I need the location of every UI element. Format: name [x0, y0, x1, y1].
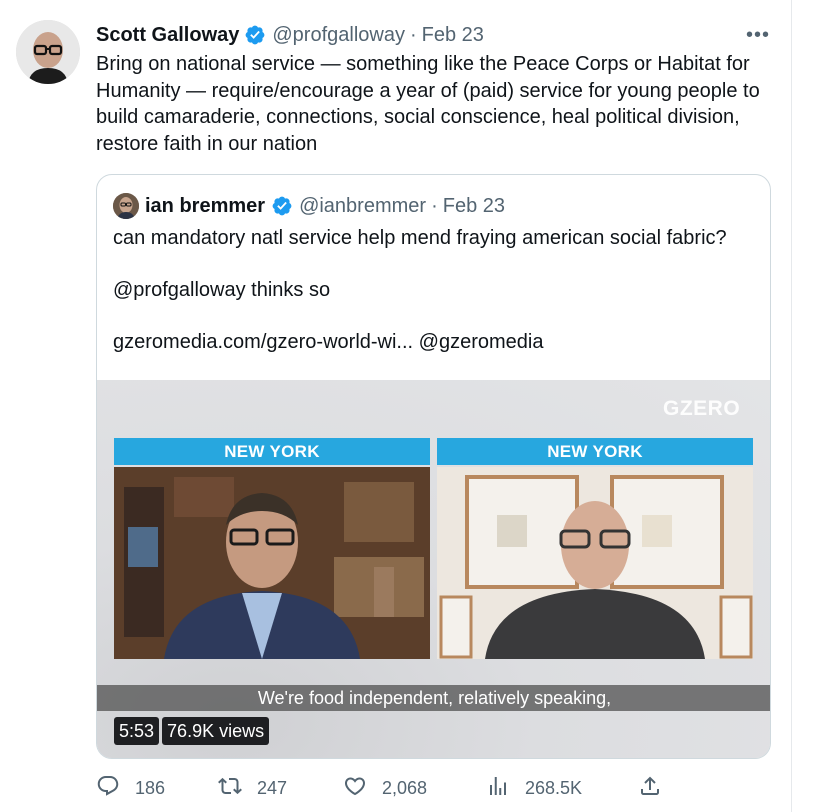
reply-icon — [96, 774, 135, 803]
share-button[interactable] — [638, 774, 677, 802]
separator-dot: · — [431, 194, 438, 217]
video-views: 76.9K views — [162, 717, 270, 745]
left-video-panel: NEW YORK — [114, 438, 430, 659]
quote-mention-line[interactable]: @profgalloway thinks so — [113, 277, 763, 303]
quote-date[interactable]: Feb 23 — [443, 195, 505, 218]
gzero-watermark: GZERO — [663, 397, 741, 420]
speaker-image-right — [437, 467, 753, 659]
share-icon — [638, 774, 677, 803]
quote-line: can mandatory natl service help mend fra… — [113, 227, 727, 249]
quote-text: can mandatory natl service help mend fra… — [113, 225, 763, 381]
verified-badge-icon — [271, 195, 293, 217]
more-icon[interactable]: ••• — [745, 24, 771, 46]
right-video-panel: NEW YORK — [437, 438, 753, 659]
retweet-button[interactable]: 247 — [218, 774, 287, 802]
verified-badge-icon — [244, 24, 266, 46]
quote-tweet-card[interactable]: ian bremmer @ianbremmer · Feb 23 can man… — [96, 174, 771, 759]
views-count: 268.5K — [525, 777, 583, 798]
video-meta: 5:53 76.9K views — [114, 717, 270, 745]
separator-dot: · — [409, 23, 417, 46]
like-icon — [343, 774, 382, 803]
quote-link-line[interactable]: gzeromedia.com/gzero-world-wi... @gzerom… — [113, 329, 763, 355]
tweet-text: Bring on national service — something li… — [96, 53, 760, 155]
author-name[interactable]: Scott Galloway — [96, 24, 239, 47]
like-button[interactable]: 2,068 — [343, 774, 427, 802]
tweet-header: Scott Galloway @profgalloway · Feb 23 — [96, 22, 484, 48]
video-duration: 5:53 — [114, 717, 160, 745]
views-button[interactable]: 268.5K — [486, 774, 582, 802]
views-icon — [486, 774, 525, 803]
tweet-date[interactable]: Feb 23 — [422, 24, 484, 47]
reply-count: 186 — [135, 777, 166, 798]
panel-location-label: NEW YORK — [114, 438, 430, 465]
quote-author-handle[interactable]: @ianbremmer — [299, 195, 426, 218]
quote-author-name[interactable]: ian bremmer — [145, 195, 265, 218]
like-count: 2,068 — [382, 777, 428, 798]
video-player[interactable]: GZERO NEW YORK NEW YORK We're food indep… — [97, 380, 770, 758]
panel-location-label: NEW YORK — [437, 438, 753, 465]
author-handle[interactable]: @profgalloway — [272, 24, 405, 47]
retweet-count: 247 — [257, 777, 288, 798]
author-avatar[interactable] — [16, 20, 80, 84]
speaker-image-left — [114, 467, 430, 659]
quote-author-avatar[interactable] — [113, 193, 139, 219]
reply-button[interactable]: 186 — [96, 774, 165, 802]
video-caption: We're food independent, relatively speak… — [97, 685, 770, 711]
retweet-icon — [218, 774, 257, 803]
right-gutter — [792, 0, 836, 812]
action-bar: 186 247 2,068 268.5K — [96, 774, 676, 802]
quote-header: ian bremmer @ianbremmer · Feb 23 — [145, 192, 505, 220]
